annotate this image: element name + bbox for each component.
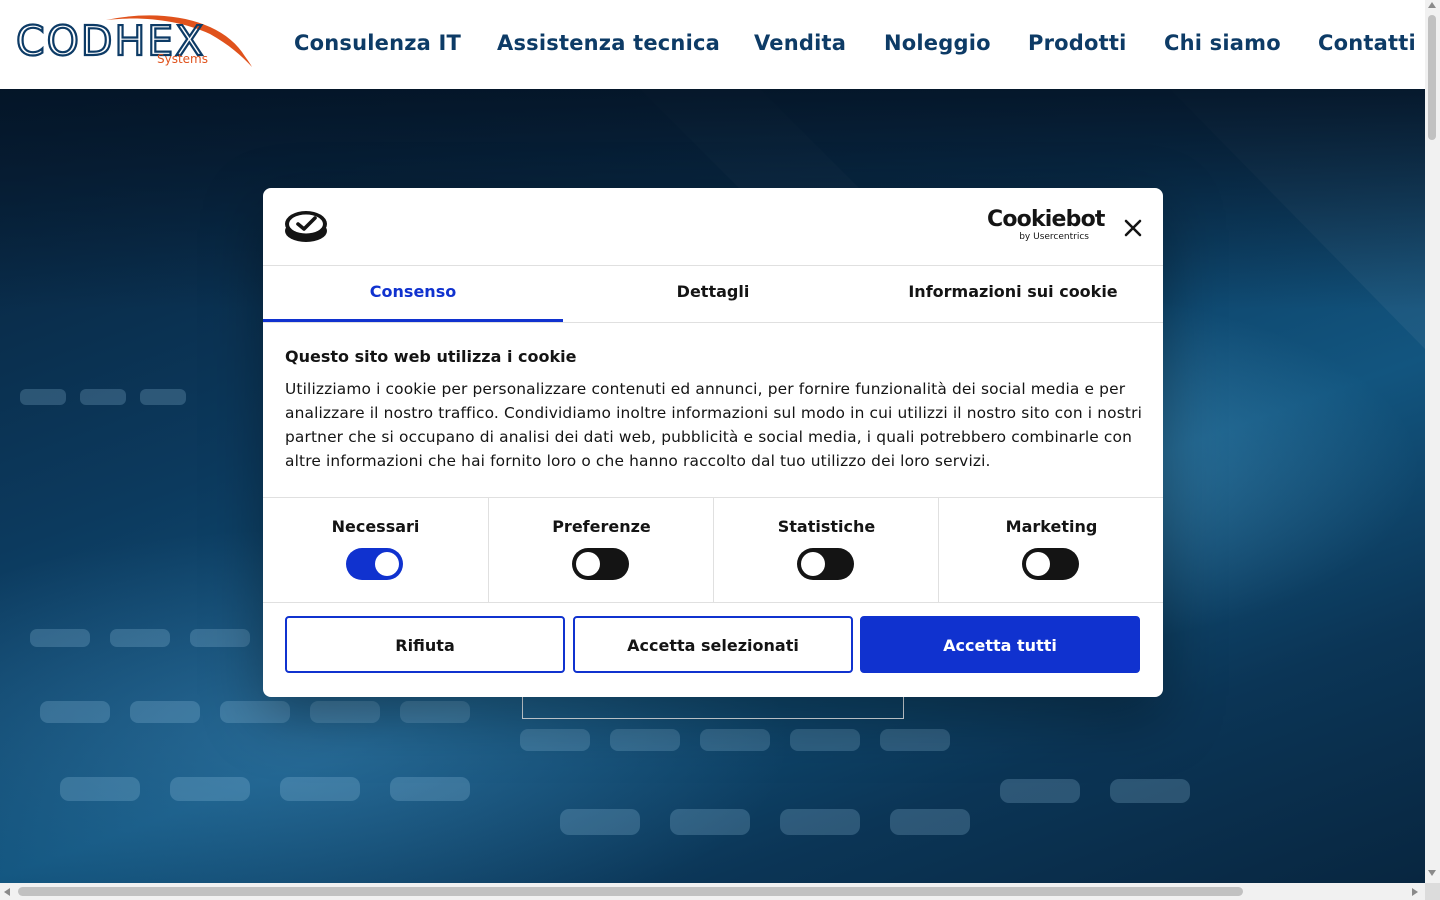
- toggle-label: Marketing: [1005, 517, 1098, 536]
- scroll-left-icon[interactable]: [4, 888, 10, 896]
- dialog-description: Utilizziamo i cookie per personalizzare …: [285, 380, 1142, 470]
- switch-knob: [375, 552, 399, 576]
- toggle-label: Necessari: [331, 517, 420, 536]
- necessari-switch[interactable]: [346, 548, 403, 580]
- scroll-right-icon[interactable]: [1412, 888, 1418, 896]
- tab-label: Dettagli: [676, 282, 750, 301]
- vertical-scrollbar[interactable]: [1425, 0, 1440, 883]
- cookie-check-icon: [285, 211, 327, 242]
- close-icon[interactable]: [1121, 216, 1145, 240]
- nav-item-assistenza-tecnica[interactable]: Assistenza tecnica: [497, 31, 720, 55]
- nav-item-chi-siamo[interactable]: Chi siamo: [1164, 31, 1281, 55]
- nav-item-consulenza-it[interactable]: Consulenza IT: [294, 31, 461, 55]
- reject-button[interactable]: Rifiuta: [285, 616, 565, 673]
- tab-dettagli[interactable]: Dettagli: [563, 266, 863, 322]
- toggle-necessari: Necessari: [263, 498, 488, 602]
- cookiebot-name: Cookiebot: [987, 207, 1105, 232]
- cookiebot-byline: by Usercentrics: [1019, 232, 1089, 242]
- tab-label: Consenso: [369, 282, 457, 301]
- tab-consenso[interactable]: Consenso: [263, 266, 563, 322]
- marketing-switch[interactable]: [1022, 548, 1079, 580]
- tab-label: Informazioni sui cookie: [908, 282, 1118, 301]
- accept-all-button[interactable]: Accetta tutti: [860, 616, 1140, 673]
- toggle-label: Preferenze: [552, 517, 651, 536]
- nav-item-prodotti[interactable]: Prodotti: [1028, 31, 1127, 55]
- scrollbar-corner: [1425, 883, 1440, 900]
- scroll-down-icon[interactable]: [1428, 870, 1436, 876]
- tab-informazioni-sui-cookie[interactable]: Informazioni sui cookie: [863, 266, 1163, 322]
- nav-item-contatti[interactable]: Contatti: [1318, 31, 1416, 55]
- switch-knob: [801, 552, 825, 576]
- dialog-header: Cookiebot by Usercentrics: [263, 188, 1163, 266]
- site-header: CODHEX Systems Consulenza IT Assistenza …: [0, 0, 1425, 89]
- dialog-tabs: Consenso Dettagli Informazioni sui cooki…: [263, 266, 1163, 323]
- toggle-label: Statistiche: [777, 517, 876, 536]
- main-nav: Consulenza IT Assistenza tecnica Vendita…: [0, 31, 1425, 61]
- toggle-preferenze: Preferenze: [488, 498, 714, 602]
- horizontal-scrollbar[interactable]: [0, 883, 1425, 900]
- toggle-marketing: Marketing: [938, 498, 1163, 602]
- statistiche-switch[interactable]: [797, 548, 854, 580]
- switch-knob: [576, 552, 600, 576]
- cookie-consent-dialog: Cookiebot by Usercentrics Consenso Detta…: [263, 188, 1163, 697]
- scroll-up-icon[interactable]: [1428, 2, 1436, 8]
- vertical-scroll-thumb[interactable]: [1428, 15, 1436, 140]
- horizontal-scroll-thumb[interactable]: [18, 887, 1243, 896]
- active-tab-indicator: [263, 319, 563, 322]
- consent-toggles: Necessari Preferenze Statistiche Marketi…: [263, 497, 1163, 603]
- preferenze-switch[interactable]: [572, 548, 629, 580]
- nav-item-noleggio[interactable]: Noleggio: [884, 31, 991, 55]
- nav-item-vendita[interactable]: Vendita: [754, 31, 846, 55]
- cookiebot-brand[interactable]: Cookiebot by Usercentrics: [987, 207, 1105, 244]
- switch-knob: [1026, 552, 1050, 576]
- accept-selected-button[interactable]: Accetta selezionati: [573, 616, 853, 673]
- toggle-statistiche: Statistiche: [713, 498, 939, 602]
- dialog-title: Questo sito web utilizza i cookie: [285, 347, 577, 366]
